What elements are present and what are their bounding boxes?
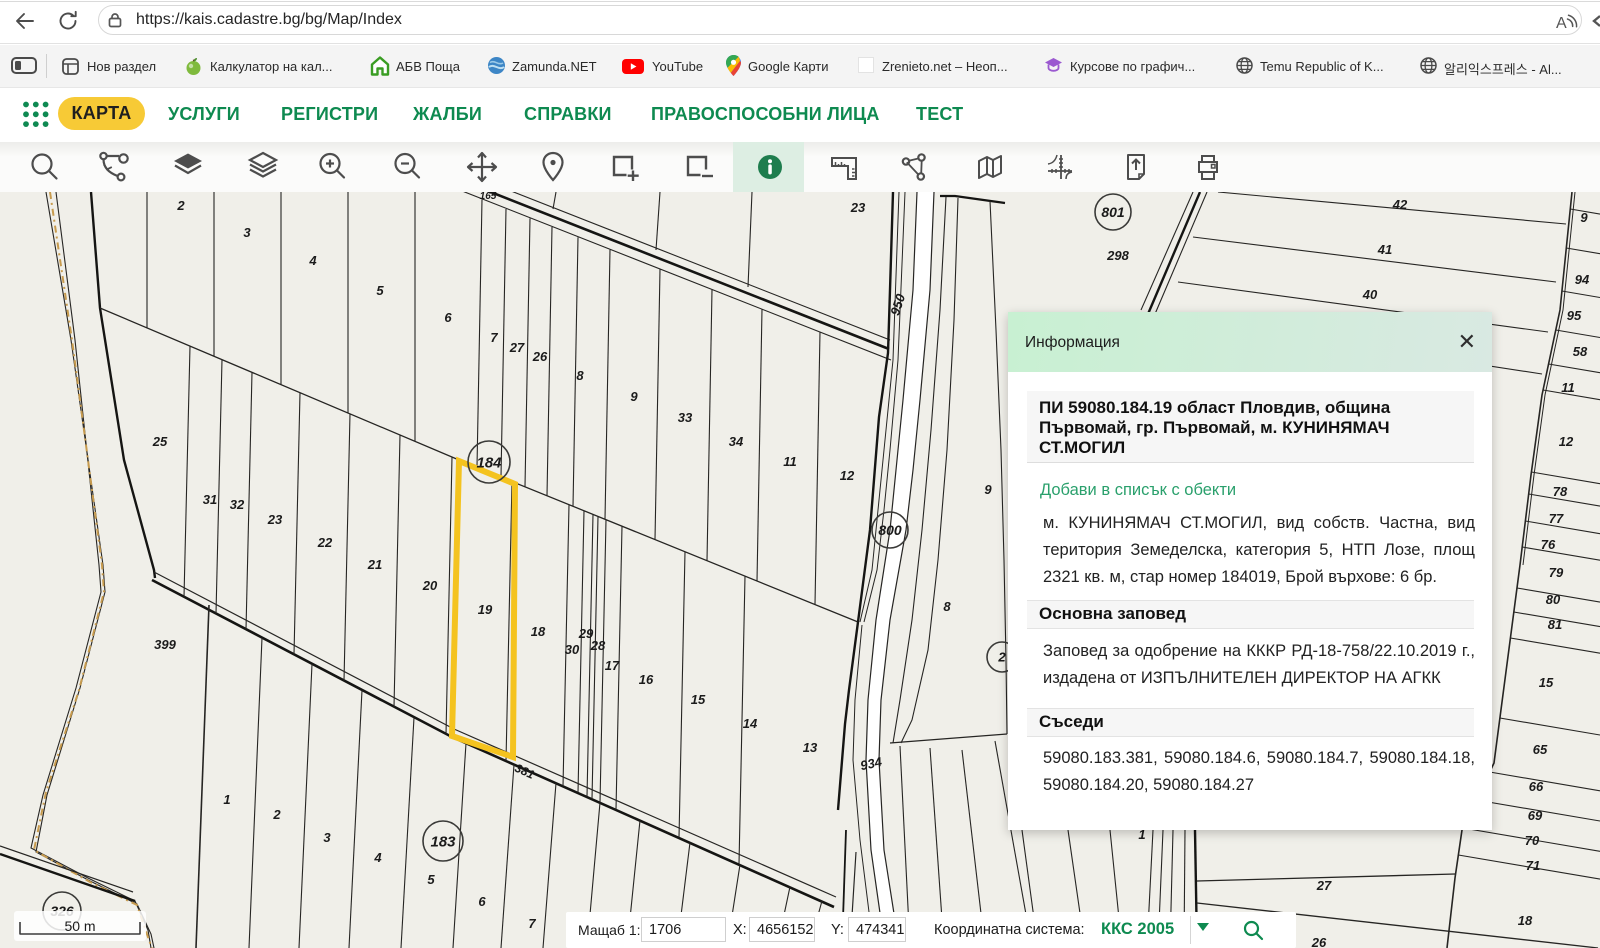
svg-text:40: 40 bbox=[1362, 287, 1378, 302]
svg-text:15: 15 bbox=[691, 692, 706, 707]
svg-text:4: 4 bbox=[308, 253, 317, 268]
svg-text:3: 3 bbox=[323, 830, 331, 845]
svg-text:2: 2 bbox=[997, 650, 1006, 665]
svg-text:30: 30 bbox=[565, 642, 580, 657]
svg-text:4: 4 bbox=[373, 850, 382, 865]
svg-text:23: 23 bbox=[850, 200, 866, 215]
svg-text:801: 801 bbox=[1101, 204, 1125, 220]
svg-text:31: 31 bbox=[203, 492, 217, 507]
svg-text:81: 81 bbox=[1548, 617, 1562, 632]
svg-text:23: 23 bbox=[267, 512, 283, 527]
svg-text:77: 77 bbox=[1549, 511, 1564, 526]
svg-text:27: 27 bbox=[509, 340, 525, 355]
svg-text:65: 65 bbox=[1533, 742, 1548, 757]
svg-text:13: 13 bbox=[803, 740, 818, 755]
svg-text:27: 27 bbox=[1316, 878, 1332, 893]
svg-text:33: 33 bbox=[678, 410, 693, 425]
svg-text:183: 183 bbox=[430, 833, 456, 850]
svg-text:16: 16 bbox=[639, 672, 654, 687]
svg-text:20: 20 bbox=[422, 578, 438, 593]
svg-text:6: 6 bbox=[444, 310, 452, 325]
svg-text:26: 26 bbox=[532, 349, 548, 364]
svg-text:5: 5 bbox=[376, 283, 384, 298]
svg-text:9: 9 bbox=[1580, 210, 1588, 225]
svg-text:76: 76 bbox=[1541, 537, 1556, 552]
svg-text:66: 66 bbox=[1529, 779, 1544, 794]
svg-text:18: 18 bbox=[531, 624, 546, 639]
svg-text:71: 71 bbox=[1526, 858, 1540, 873]
svg-text:70: 70 bbox=[1525, 833, 1540, 848]
svg-text:6: 6 bbox=[478, 894, 486, 909]
svg-text:50 m: 50 m bbox=[64, 918, 95, 934]
svg-text:9: 9 bbox=[630, 389, 638, 404]
svg-text:42: 42 bbox=[1392, 197, 1408, 212]
svg-text:11: 11 bbox=[1561, 380, 1575, 395]
svg-text:94: 94 bbox=[1575, 272, 1590, 287]
svg-text:8: 8 bbox=[943, 599, 951, 614]
svg-text:58: 58 bbox=[1573, 344, 1588, 359]
svg-text:1: 1 bbox=[223, 792, 230, 807]
svg-text:21: 21 bbox=[367, 557, 382, 572]
svg-text:22: 22 bbox=[317, 535, 333, 550]
svg-text:3: 3 bbox=[243, 225, 251, 240]
svg-text:18: 18 bbox=[1518, 913, 1533, 928]
svg-text:11: 11 bbox=[783, 454, 797, 469]
svg-text:7: 7 bbox=[490, 330, 498, 345]
svg-text:9: 9 bbox=[984, 482, 992, 497]
svg-text:19: 19 bbox=[478, 602, 493, 617]
svg-text:80: 80 bbox=[1546, 592, 1561, 607]
svg-text:14: 14 bbox=[743, 716, 758, 731]
svg-text:25: 25 bbox=[152, 434, 168, 449]
svg-text:79: 79 bbox=[1549, 565, 1564, 580]
svg-text:15: 15 bbox=[1539, 675, 1554, 690]
svg-text:184: 184 bbox=[476, 454, 502, 471]
svg-text:2: 2 bbox=[176, 198, 185, 213]
svg-text:2: 2 bbox=[272, 807, 281, 822]
svg-text:165: 165 bbox=[480, 192, 497, 202]
svg-text:7: 7 bbox=[528, 916, 536, 931]
svg-text:34: 34 bbox=[729, 434, 744, 449]
svg-text:800: 800 bbox=[878, 522, 902, 538]
svg-text:26: 26 bbox=[1311, 935, 1327, 948]
svg-text:17: 17 bbox=[605, 658, 620, 673]
svg-text:28: 28 bbox=[590, 638, 606, 653]
svg-text:12: 12 bbox=[840, 468, 855, 483]
svg-text:32: 32 bbox=[230, 497, 245, 512]
svg-text:95: 95 bbox=[1567, 308, 1582, 323]
svg-text:5: 5 bbox=[427, 872, 435, 887]
svg-text:41: 41 bbox=[1377, 242, 1392, 257]
svg-text:8: 8 bbox=[576, 368, 584, 383]
svg-text:69: 69 bbox=[1528, 808, 1543, 823]
svg-text:12: 12 bbox=[1559, 434, 1574, 449]
svg-text:78: 78 bbox=[1553, 484, 1568, 499]
svg-text:A: A bbox=[1556, 15, 1567, 32]
svg-text:399: 399 bbox=[154, 637, 176, 652]
svg-text:298: 298 bbox=[1106, 248, 1129, 263]
